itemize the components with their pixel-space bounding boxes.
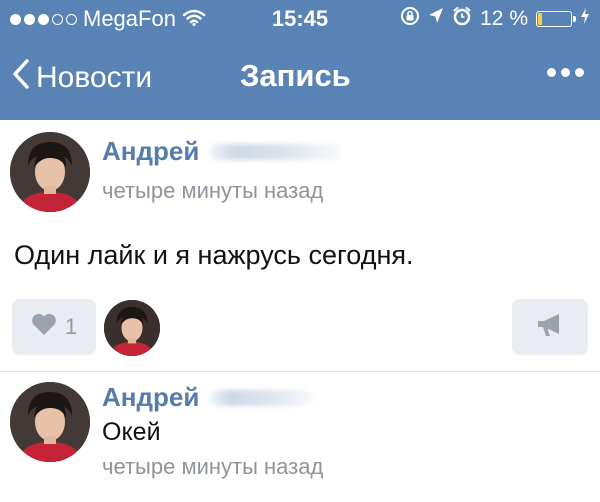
rotation-lock-icon — [400, 6, 420, 32]
liker-avatar[interactable] — [104, 300, 160, 356]
alarm-icon — [452, 6, 472, 32]
redacted-surname — [209, 143, 342, 160]
divider — [0, 371, 600, 372]
post-author-avatar[interactable] — [10, 132, 90, 212]
chevron-left-icon — [12, 58, 30, 98]
comment-text: Окей — [102, 418, 161, 446]
page-title: Запись — [240, 58, 351, 93]
status-bar: MegaFon 15:45 12 % — [0, 0, 600, 40]
more-dots-icon[interactable] — [547, 68, 584, 77]
battery-percent: 12 % — [480, 7, 528, 30]
charging-bolt-icon — [580, 7, 590, 31]
like-count: 1 — [64, 314, 78, 339]
like-button[interactable]: 1 — [12, 299, 96, 355]
post-text: Один лайк и я нажрусь сегодня. — [14, 240, 414, 270]
post-timestamp: четыре минуты назад — [102, 178, 324, 203]
post-author-name[interactable]: Андрей — [102, 136, 342, 167]
navigation-bar: Новости Запись — [0, 46, 600, 110]
comment-author-avatar[interactable] — [10, 382, 90, 462]
heart-icon — [31, 313, 57, 342]
comment-author-name[interactable]: Андрей — [102, 382, 314, 413]
battery-icon — [536, 11, 576, 27]
back-button-label: Новости — [36, 61, 153, 94]
comment-timestamp: четыре минуты назад — [102, 454, 324, 479]
status-bar-right: 12 % — [400, 6, 590, 32]
top-bar: MegaFon 15:45 12 % Новости Запись — [0, 0, 600, 120]
redacted-surname — [209, 389, 314, 406]
comment-author-name-text: Андрей — [102, 382, 200, 412]
megaphone-icon — [535, 312, 565, 343]
back-button[interactable]: Новости — [12, 58, 152, 98]
post-author-name-text: Андрей — [102, 136, 200, 166]
share-button[interactable] — [512, 299, 588, 355]
location-arrow-icon — [428, 7, 444, 31]
